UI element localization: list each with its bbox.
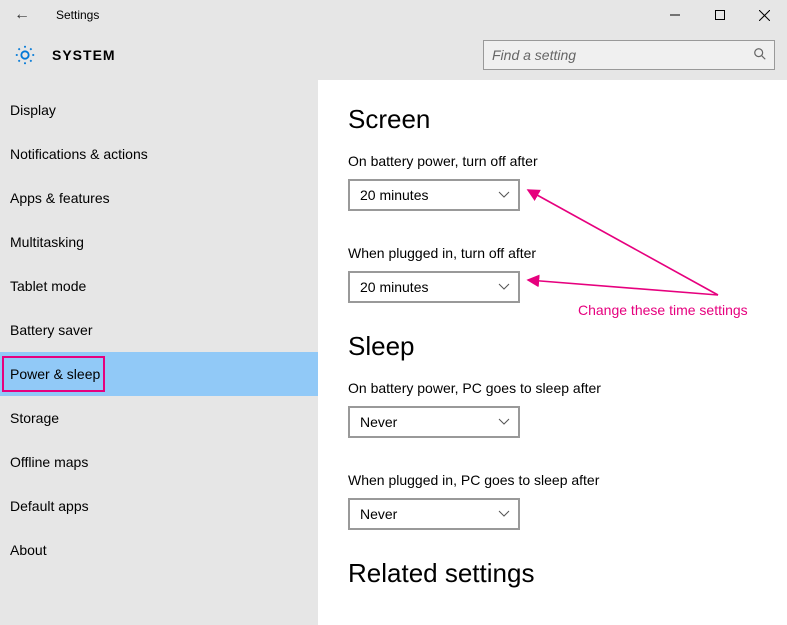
titlebar-left: ← Settings [8,6,99,24]
select-value: Never [360,414,397,430]
section-heading-screen: Screen [348,104,787,135]
sidebar-item-default-apps[interactable]: Default apps [0,484,318,528]
sleep-battery-select[interactable]: Never [348,406,520,438]
screen-battery-select[interactable]: 20 minutes [348,179,520,211]
sidebar-item-label: Battery saver [10,322,92,338]
header-left: SYSTEM [14,44,116,66]
search-input[interactable] [483,40,775,70]
select-value: Never [360,506,397,522]
screen-battery-label: On battery power, turn off after [348,153,787,169]
sidebar-item-storage[interactable]: Storage [0,396,318,440]
sleep-plugged-label: When plugged in, PC goes to sleep after [348,472,787,488]
sidebar-item-apps[interactable]: Apps & features [0,176,318,220]
chevron-down-icon [498,283,510,291]
sidebar-item-label: Tablet mode [10,278,86,294]
sidebar-item-about[interactable]: About [0,528,318,572]
section-heading-sleep: Sleep [348,331,787,362]
select-value: 20 minutes [360,279,428,295]
section-heading-related: Related settings [348,558,787,589]
sleep-plugged-select[interactable]: Never [348,498,520,530]
minimize-button[interactable] [652,0,697,30]
gear-icon [14,44,36,66]
sidebar-item-label: About [10,542,47,558]
screen-plugged-select[interactable]: 20 minutes [348,271,520,303]
sidebar-item-label: Apps & features [10,190,110,206]
annotation-text: Change these time settings [578,302,748,318]
chevron-down-icon [498,510,510,518]
chevron-down-icon [498,191,510,199]
close-button[interactable] [742,0,787,30]
sidebar-item-display[interactable]: Display [0,88,318,132]
sidebar-item-notifications[interactable]: Notifications & actions [0,132,318,176]
sidebar: Display Notifications & actions Apps & f… [0,80,318,625]
titlebar: ← Settings [0,0,787,30]
search-wrap [483,40,775,70]
sidebar-item-tablet[interactable]: Tablet mode [0,264,318,308]
sidebar-item-label: Storage [10,410,59,426]
window-title: Settings [56,8,99,22]
content: Screen On battery power, turn off after … [318,80,787,625]
sidebar-item-multitasking[interactable]: Multitasking [0,220,318,264]
sidebar-item-label: Offline maps [10,454,88,470]
search-icon [753,47,767,64]
screen-plugged-label: When plugged in, turn off after [348,245,787,261]
sidebar-item-offline-maps[interactable]: Offline maps [0,440,318,484]
sidebar-item-label: Power & sleep [10,366,100,382]
sidebar-item-label: Multitasking [10,234,84,250]
sidebar-item-label: Display [10,102,56,118]
sleep-battery-label: On battery power, PC goes to sleep after [348,380,787,396]
sidebar-item-label: Default apps [10,498,89,514]
chevron-down-icon [498,418,510,426]
sidebar-item-power-sleep[interactable]: Power & sleep [0,352,318,396]
maximize-button[interactable] [697,0,742,30]
window-controls [652,0,787,30]
select-value: 20 minutes [360,187,428,203]
back-arrow-icon[interactable]: ← [8,6,36,24]
sidebar-item-label: Notifications & actions [10,146,148,162]
header: SYSTEM [0,30,787,80]
sidebar-item-battery[interactable]: Battery saver [0,308,318,352]
body: Display Notifications & actions Apps & f… [0,80,787,625]
page-title: SYSTEM [52,47,116,63]
